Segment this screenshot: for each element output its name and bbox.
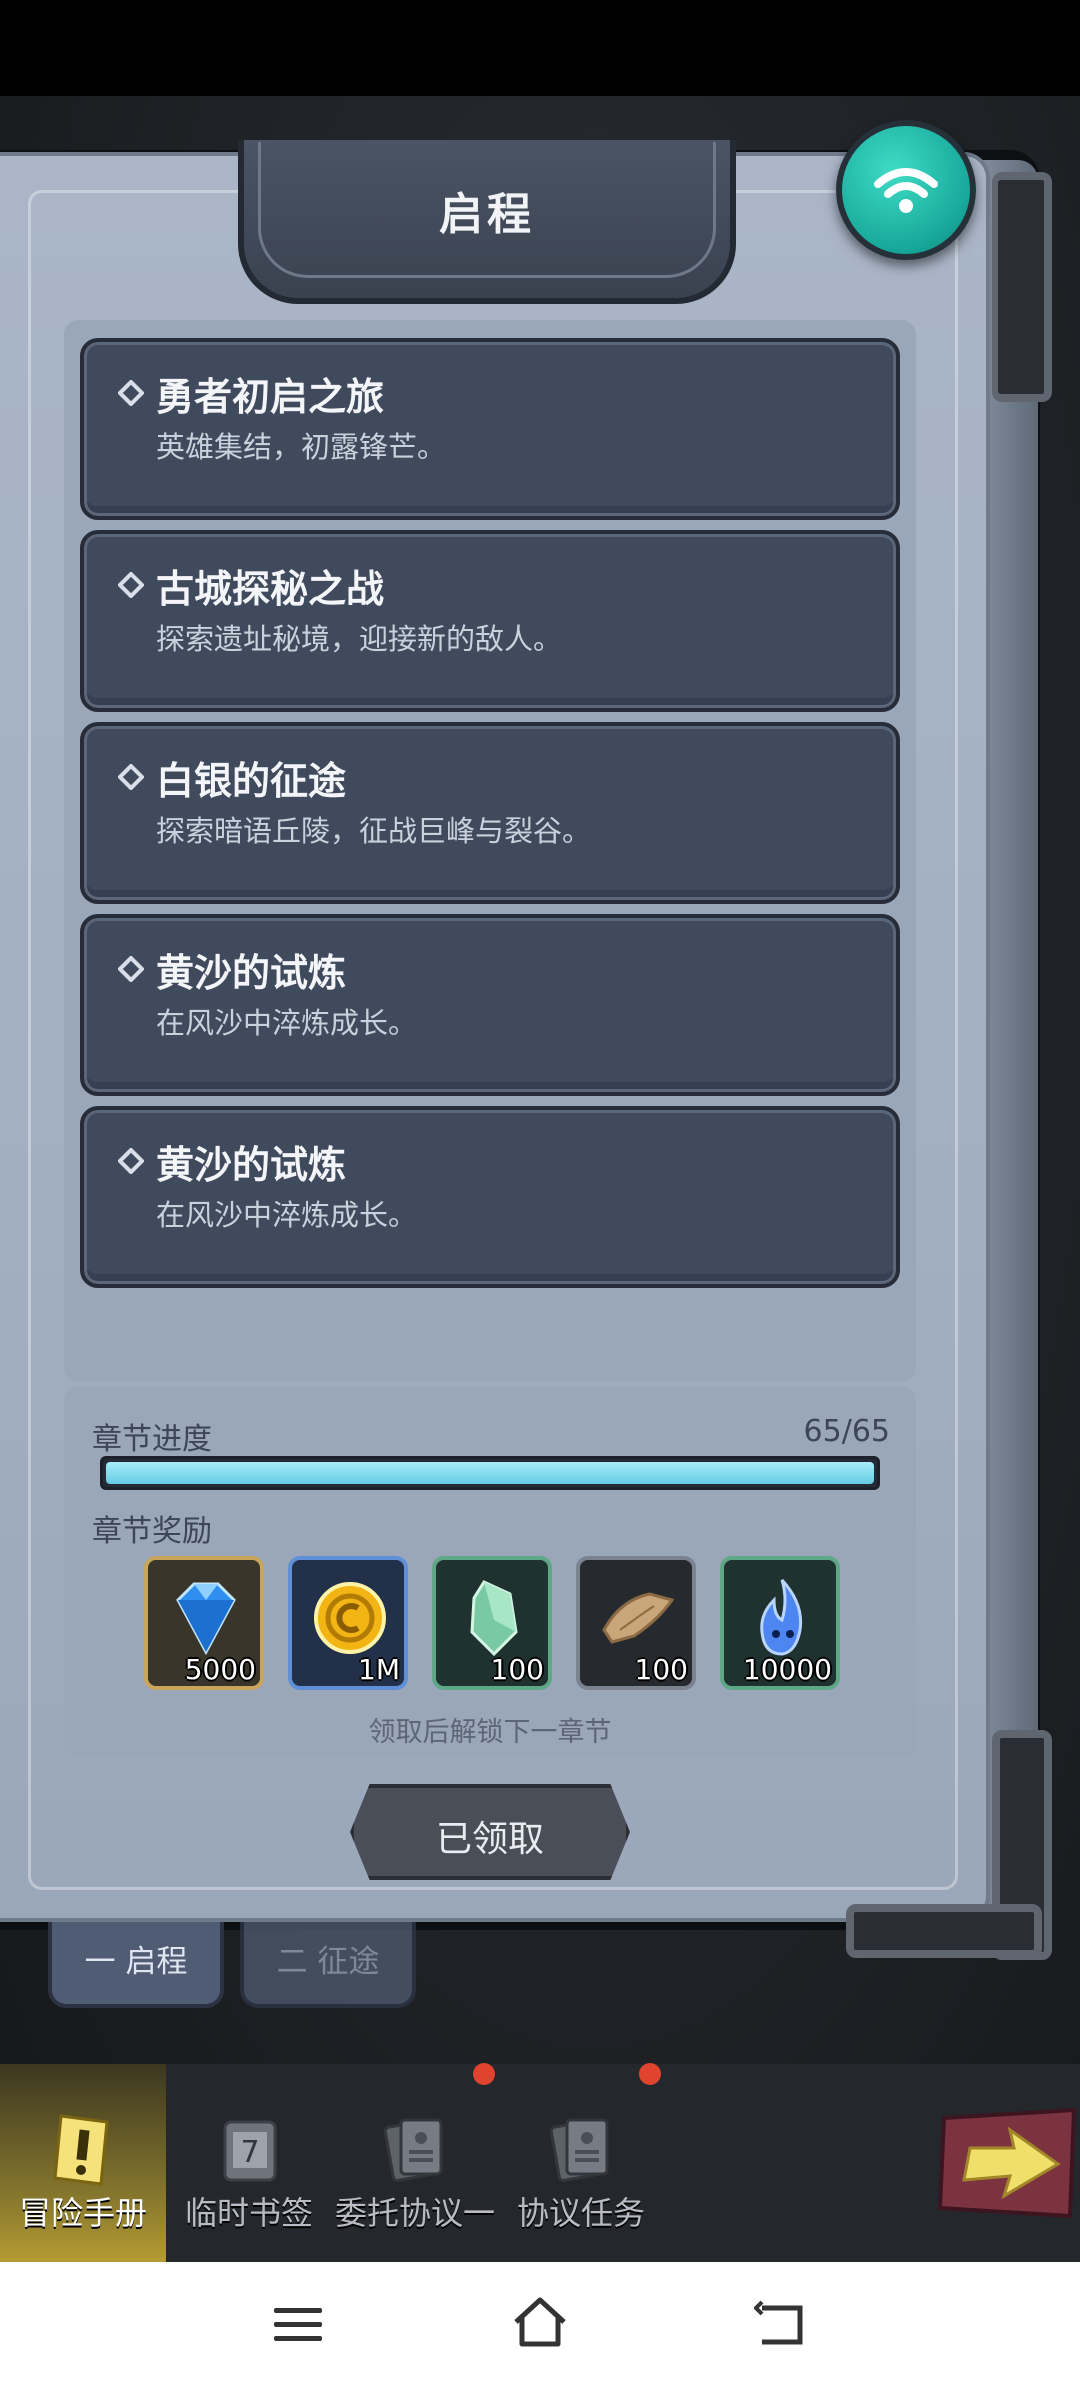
svg-text:7: 7 [240, 2135, 259, 2170]
nav-label: 委托协议一 [334, 2194, 495, 2232]
progress-bar-fill [106, 1462, 874, 1484]
reward-count: 100 [490, 1653, 544, 1686]
chapter-description: 在风沙中淬炼成长。 [156, 1006, 418, 1040]
reward-item-diamond[interactable]: 5000 [144, 1556, 264, 1690]
corner-ornament-top [992, 172, 1052, 402]
tab-part-1[interactable]: 一 启程 [48, 1922, 224, 2008]
progress-count: 65/65 [803, 1414, 890, 1449]
green-crystal-icon [470, 1580, 518, 1657]
calendar-scroll-icon: 7 [223, 2120, 277, 2182]
document-icon [383, 2118, 443, 2182]
tab-label: 一 启程 [84, 1944, 188, 1980]
nav-adventure-manual[interactable]: 冒险手册 [0, 2064, 166, 2262]
notification-dot [639, 2063, 661, 2085]
diamond-bullet-icon [118, 380, 144, 406]
status-bar [0, 0, 1080, 96]
back-icon[interactable] [754, 2298, 810, 2350]
menu-icon[interactable] [270, 2300, 326, 2350]
reward-item-scroll[interactable]: 100 [576, 1556, 696, 1690]
nav-label: 冒险手册 [18, 2194, 147, 2232]
corner-ornament-foot [846, 1904, 1042, 1958]
chapter-description: 在风沙中淬炼成长。 [156, 1198, 418, 1232]
reward-count: 5000 [184, 1653, 256, 1686]
diamond-bullet-icon [118, 572, 144, 598]
progress-label: 章节进度 [92, 1422, 212, 1457]
chapter-title: 勇者初启之旅 [156, 375, 385, 419]
nav-temp-bookmark[interactable]: 7 临时书签 [166, 2064, 332, 2262]
reward-item-green-crystal[interactable]: 100 [432, 1556, 552, 1690]
chapter-card[interactable]: 黄沙的试炼 在风沙中淬炼成长。 [80, 1106, 900, 1288]
diamond-icon [176, 1582, 236, 1656]
chapter-title: 黄沙的试炼 [156, 951, 347, 995]
blue-flame-icon [760, 1578, 803, 1656]
nav-protocol-task[interactable]: 协议任务 [498, 2064, 664, 2262]
diamond-bullet-icon [118, 956, 144, 982]
nav-commission-1[interactable]: 委托协议一 [332, 2064, 498, 2262]
nav-label: 临时书签 [184, 2194, 313, 2232]
wifi-icon [874, 168, 938, 213]
chapter-card[interactable]: 勇者初启之旅 英雄集结，初露锋芒。 [80, 338, 900, 520]
notification-dot [473, 2063, 495, 2085]
unlock-hint: 领取后解锁下一章节 [368, 1717, 612, 1748]
tab-part-2[interactable]: 二 征途 [240, 1922, 416, 2008]
chapter-title: 古城探秘之战 [156, 567, 385, 611]
chapter-card[interactable]: 白银的征途 探索暗语丘陵，征战巨峰与裂谷。 [80, 722, 900, 904]
gold-coin-icon [314, 1582, 386, 1654]
reward-count: 1M [358, 1653, 400, 1686]
diamond-bullet-icon [118, 1148, 144, 1174]
chapter-title: 白银的征途 [156, 759, 347, 803]
reward-count: 100 [634, 1653, 688, 1686]
home-icon[interactable] [510, 2294, 570, 2350]
chapter-description: 英雄集结，初露锋芒。 [156, 430, 447, 464]
reward-count: 10000 [742, 1653, 832, 1686]
chapter-title: 黄沙的试炼 [156, 1143, 347, 1187]
scroll-icon [602, 1592, 675, 1644]
next-arrow-button[interactable] [934, 2104, 1080, 2224]
page-title: 启程 [439, 189, 535, 240]
reward-item-blue-flame[interactable]: 10000 [720, 1556, 840, 1690]
document-icon [549, 2118, 609, 2182]
reward-label: 章节奖励 [92, 1514, 212, 1549]
reward-item-gold-coin[interactable]: 1M [288, 1556, 408, 1690]
diamond-bullet-icon [118, 764, 144, 790]
exclamation-book-icon [53, 2114, 109, 2186]
chapter-description: 探索暗语丘陵，征战巨峰与裂谷。 [156, 814, 592, 848]
chapter-card[interactable]: 古城探秘之战 探索遗址秘境，迎接新的敌人。 [80, 530, 900, 712]
nav-label: 协议任务 [516, 2194, 645, 2232]
chapter-description: 探索遗址秘境，迎接新的敌人。 [156, 622, 563, 656]
claimed-button-label: 已领取 [435, 1819, 544, 1860]
chapter-card[interactable]: 黄沙的试炼 在风沙中淬炼成长。 [80, 914, 900, 1096]
tab-label: 二 征途 [276, 1944, 380, 1980]
